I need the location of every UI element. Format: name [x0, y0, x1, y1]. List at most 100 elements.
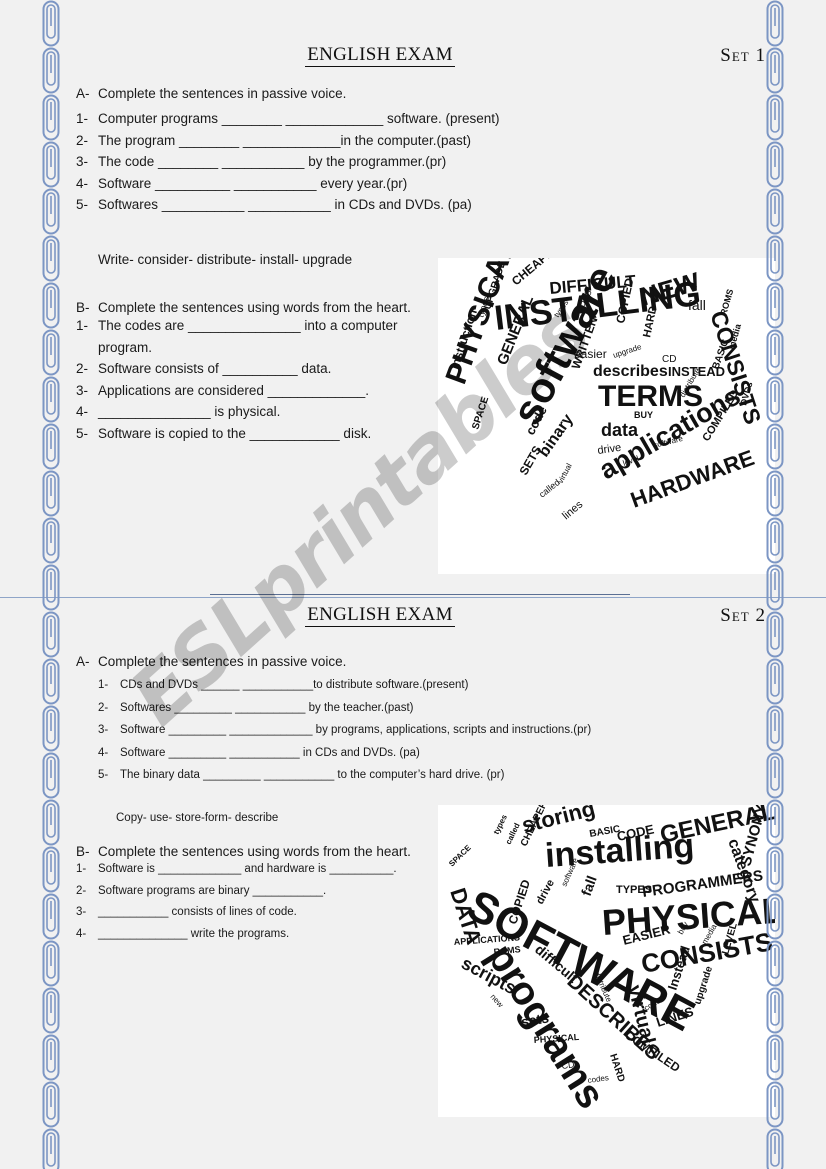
svg-text:upgrade: upgrade [612, 342, 643, 360]
paperclip-icon [42, 188, 60, 235]
paperclip-icon [766, 47, 784, 94]
svg-text:upgrade: upgrade [692, 965, 715, 1006]
question-marker: 2- [76, 884, 87, 897]
question-item: 2- Software programs are binary _________… [76, 881, 426, 903]
question-item: 3- Applications are considered __________… [76, 380, 431, 402]
paperclip-icon [42, 470, 60, 517]
paperclip-icon [766, 564, 784, 611]
paperclip-icon [766, 611, 784, 658]
question-item: 4- ______________ write the programs. [76, 924, 426, 946]
paperclip-icon [42, 282, 60, 329]
svg-text:CD: CD [561, 1059, 576, 1071]
svg-text:ROMS: ROMS [718, 288, 735, 317]
question-text: The program ________ _____________in the… [98, 132, 472, 148]
section-divider [0, 597, 826, 598]
question-marker: 2- [98, 701, 109, 714]
question-text: Software __________ ___________ every ye… [98, 175, 408, 191]
question-text: Software is _____________ and hardware i… [98, 863, 397, 875]
paperclip-icon [42, 752, 60, 799]
svg-text:types: types [492, 813, 509, 836]
question-marker: 3- [98, 724, 109, 736]
paperclip-icon [766, 94, 784, 141]
question-item: 3- ___________ consists of lines of code. [76, 902, 426, 924]
question-marker: 4- [76, 175, 89, 191]
paperclip-icon [766, 752, 784, 799]
question-marker: 5- [76, 425, 89, 441]
svg-text:CD: CD [662, 354, 676, 365]
paperclip-icon [42, 611, 60, 658]
heart-word-cloud-set-1: INSTALLING software PHYSICAL TERMS appli… [438, 258, 775, 574]
exam-set-2: ENGLISH EXAM Set 2 A- Complete the sente… [0, 604, 826, 940]
svg-text:SETS: SETS [516, 443, 544, 477]
question-text: Applications are considered ____________… [98, 382, 369, 398]
question-item: 1- CDs and DVDs ______ ___________to dist… [98, 674, 776, 697]
paperclip-icon [766, 141, 784, 188]
paperclip-icon [766, 893, 784, 940]
page-title-set-2: ENGLISH EXAM [0, 604, 760, 627]
set-2-section-b-heading: B- Complete the sentences using words fr… [76, 844, 426, 859]
question-text: Software is copied to the ____________ d… [98, 425, 372, 441]
paperclip-icon [42, 940, 60, 987]
question-text: ______________ write the programs. [98, 927, 290, 940]
paperclip-icon [766, 329, 784, 376]
paperclip-border-right [758, 0, 792, 1169]
question-item: 4- Software __________ ___________ every … [76, 173, 636, 195]
svg-text:data: data [601, 420, 639, 440]
paperclip-border-left [34, 0, 68, 1169]
question-text: Software programs are binary ___________… [98, 884, 327, 897]
section-letter: B- [76, 300, 90, 315]
svg-text:drive: drive [534, 878, 557, 907]
paperclip-icon [42, 423, 60, 470]
exam-set-1: ENGLISH EXAM Set 1 A- Complete the sente… [0, 44, 826, 441]
question-text: CDs and DVDs ______ ___________to distri… [120, 679, 469, 691]
paperclip-icon [42, 94, 60, 141]
question-item: 3- The code ________ ___________ by the p… [76, 151, 636, 173]
page-title-set-2-text: ENGLISH EXAM [305, 604, 455, 627]
question-text: Computer programs ________ _____________… [98, 111, 500, 126]
svg-text:SPACE: SPACE [470, 395, 491, 431]
paperclip-icon [766, 705, 784, 752]
paperclip-icon [766, 0, 784, 47]
paperclip-icon [766, 517, 784, 564]
paperclip-icon [766, 658, 784, 705]
section-instruction: Complete the sentences in passive voice. [98, 86, 347, 101]
set-1-word-bank: Write- consider- distribute- install- up… [76, 252, 496, 267]
section-instruction: Complete the sentences using words from … [98, 300, 411, 315]
svg-text:BUY: BUY [634, 410, 653, 420]
question-item: 1- Computer programs ________ ___________… [76, 108, 636, 130]
set-1-section-a: A- Complete the sentences in passive voi… [76, 86, 636, 216]
question-marker: 4- [76, 404, 89, 419]
set-2-word-bank: Copy- use- store-form- describe [76, 812, 496, 824]
word-cloud-svg-1: INSTALLING software PHYSICAL TERMS appli… [440, 258, 767, 522]
question-marker: 1- [76, 863, 87, 875]
question-marker: 5- [76, 197, 89, 212]
paperclip-icon [42, 893, 60, 940]
question-text: The code ________ ___________ by the pro… [98, 154, 447, 169]
paperclip-icon [42, 47, 60, 94]
question-item: 2- Softwares _________ ___________ by the… [98, 697, 776, 720]
question-text: The binary data _________ ___________ to… [120, 769, 505, 781]
paperclip-icon [42, 705, 60, 752]
question-item: 1- Software is _____________ and hardware… [76, 859, 426, 881]
set-1-section-b: B- Complete the sentences using words fr… [76, 300, 431, 444]
svg-text:easier: easier [574, 347, 607, 361]
question-item: 4- Software _________ ___________ in CDs … [98, 742, 776, 765]
paperclip-icon [766, 987, 784, 1034]
paperclip-icon [42, 846, 60, 893]
question-item: 5- The binary data _________ ___________ … [98, 764, 776, 787]
section-divider-inner [210, 594, 630, 595]
svg-text:TYPES: TYPES [616, 884, 652, 896]
paperclip-icon [42, 987, 60, 1034]
question-marker: 3- [76, 154, 89, 169]
section-instruction: Complete the sentences in passive voice. [98, 654, 347, 669]
question-marker: 1- [98, 679, 109, 691]
question-text: Software consists of __________ data. [98, 361, 332, 376]
paperclip-icon [766, 470, 784, 517]
question-text: Software _________ ___________ in CDs an… [120, 746, 420, 759]
question-text: Softwares ___________ ___________ in CDs… [98, 197, 472, 212]
question-marker: 1- [76, 111, 89, 126]
svg-text:fall: fall [688, 297, 706, 313]
set-1-section-a-heading: A- Complete the sentences in passive voi… [76, 86, 636, 101]
paperclip-icon [42, 0, 60, 47]
question-item: 2- Software consists of __________ data. [76, 358, 431, 380]
